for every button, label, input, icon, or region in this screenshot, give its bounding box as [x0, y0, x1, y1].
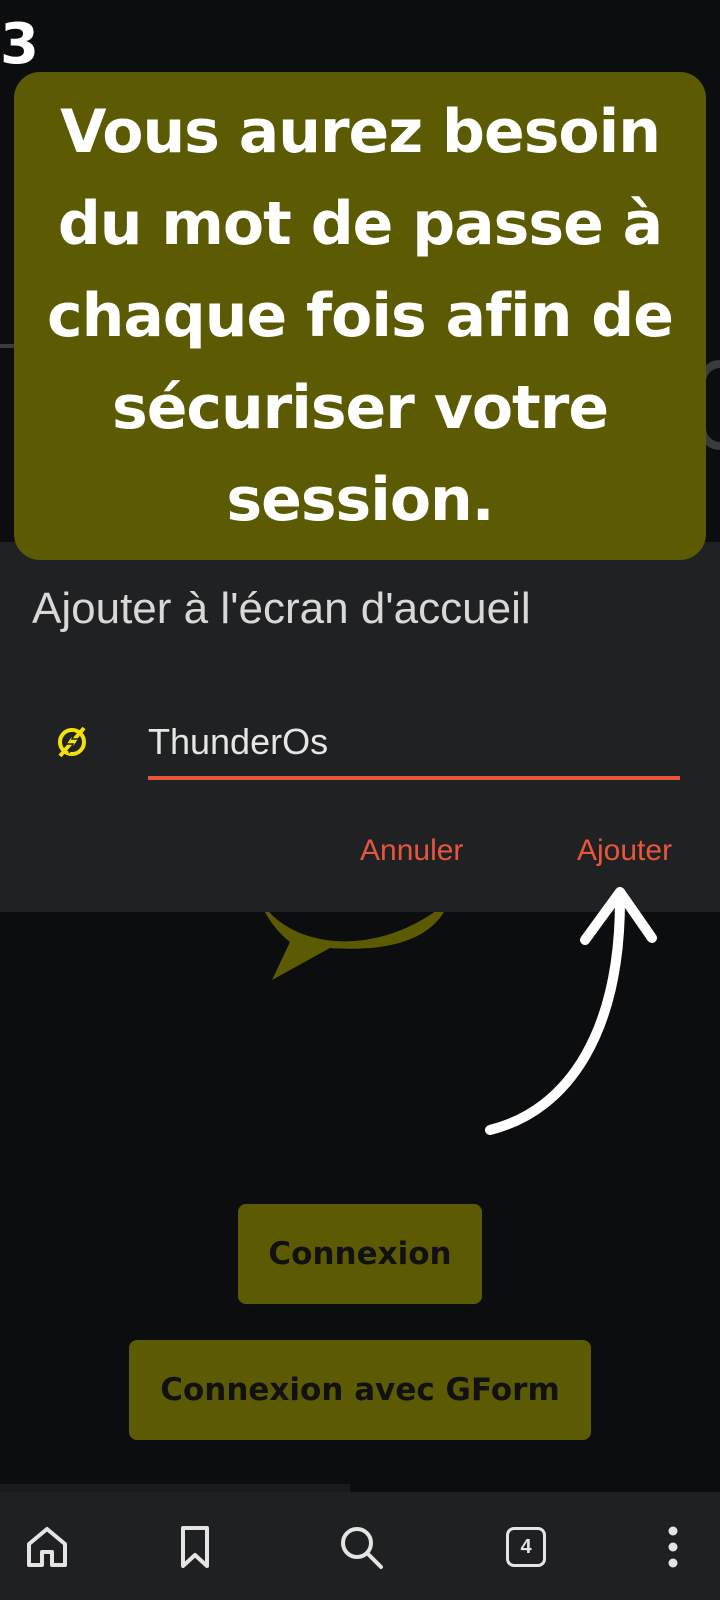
background-fragment — [0, 344, 14, 348]
connexion-button[interactable]: Connexion — [238, 1204, 482, 1304]
nav-divider — [0, 1484, 350, 1492]
step-number: 3 — [0, 12, 39, 77]
tabs-icon[interactable]: 4 — [501, 1522, 551, 1572]
caption-text: Vous aurez besoin du mot de passe à chaq… — [47, 97, 674, 535]
bookmark-icon[interactable] — [170, 1522, 220, 1572]
home-icon[interactable] — [22, 1522, 72, 1572]
add-button[interactable]: Ajouter — [577, 834, 672, 868]
search-icon[interactable] — [336, 1522, 386, 1572]
more-icon[interactable] — [648, 1522, 698, 1572]
dialog-title: Ajouter à l'écran d'accueil — [32, 584, 531, 633]
caption-box: Vous aurez besoin du mot de passe à chaq… — [14, 72, 706, 560]
curved-arrow-icon — [485, 887, 657, 1135]
connexion-gform-button[interactable]: Connexion avec GForm — [129, 1340, 591, 1440]
thunder-app-icon — [58, 726, 86, 758]
tabs-count: 4 — [506, 1527, 546, 1567]
cancel-button[interactable]: Annuler — [360, 834, 463, 868]
shortcut-name-input[interactable] — [148, 708, 680, 780]
